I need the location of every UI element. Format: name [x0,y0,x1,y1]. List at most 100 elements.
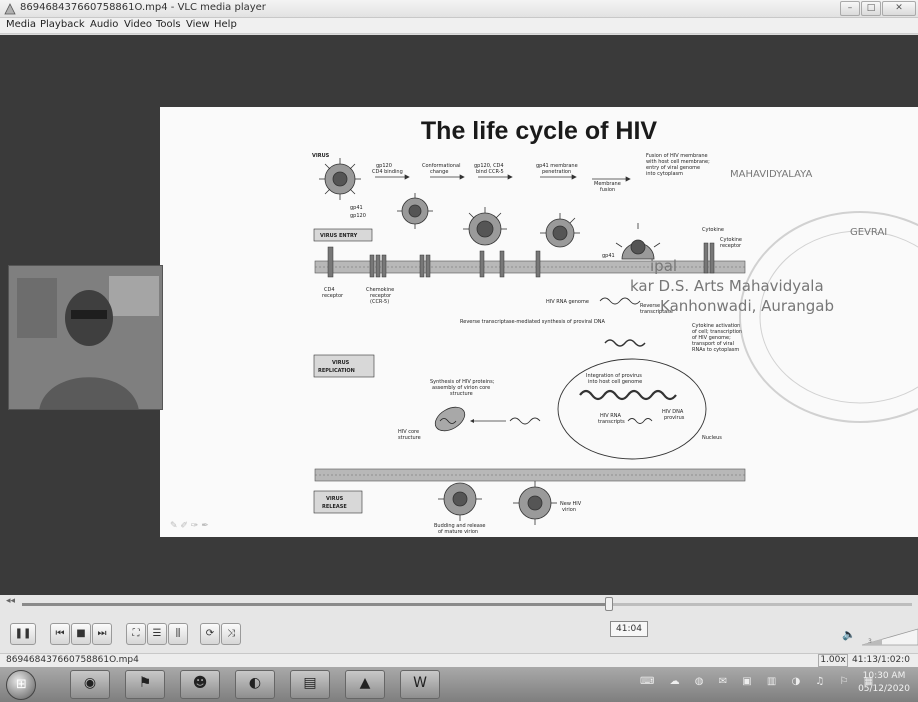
clock-time: 10:30 AM [862,671,906,681]
label-chemokine-3: (CCR-5) [370,299,389,305]
stop-icon: ■ [76,628,86,639]
seek-row: ◂◂ [0,595,918,613]
label-gp120: gp120 [350,213,366,219]
label-fusion-4: into cytoplasm [646,171,683,177]
status-bar: 869468437660758861O.mp4 1.00x 41:13/1:02… [0,653,918,667]
label-synthesis-3: structure [450,391,473,397]
previous-icon: ⏮ [55,628,65,639]
maximize-icon: □ [866,3,876,13]
label-virus-release-2: RELEASE [322,504,347,510]
menu-video[interactable]: Video [124,19,152,30]
label-rt-synthesis: Reverse transcriptase-mediated synthesis… [460,319,606,325]
volume-level: 3 [868,638,872,645]
menu-view[interactable]: View [186,19,210,30]
menu-playback[interactable]: Playback [40,19,85,30]
minimize-button[interactable]: – [840,1,860,16]
taskbar-vlc[interactable]: ▲ [345,670,385,699]
fullscreen-icon: ⛶ [132,628,140,639]
loop-button[interactable]: ⟳ [200,623,220,645]
label-gp120-binding-2: CD4 binding [372,169,403,175]
media-player-icon: ☻ [192,675,208,691]
virion-icon [319,158,361,200]
taskbar-chrome[interactable]: ◐ [235,670,275,699]
label-hiv-rna-genome: HIV RNA genome [546,299,589,305]
minimize-icon: – [847,3,853,13]
playback-controls: ❚❚ ⏮ ■ ⏭ ⛶ ☰ ⫼ ⟳ ⤨ 41:04 🔈 3 [0,613,918,653]
system-tray[interactable]: ⌨ ☁ ◍ ✉ ▣ ▥ ◑ ♫ ⚐ ▦ [640,676,873,694]
presenter-webcam [8,265,163,410]
watermark-line-3: Kanhonwadi, Aurangab [660,297,835,315]
seek-bar[interactable] [22,597,912,611]
rna-transcript-cytoplasm [509,417,541,425]
menu-tools[interactable]: Tools [156,19,181,30]
seek-handle[interactable] [605,597,614,611]
vlc-icon: ▲ [359,675,371,691]
close-icon: ✕ [895,3,903,13]
chrome-icon: ◐ [248,675,262,691]
title-bar[interactable]: 869468437660758861O.mp4 - VLC media play… [0,0,918,18]
label-budding-2: of mature virion [438,529,478,535]
playback-speed[interactable]: 1.00x [818,654,848,667]
taskbar-acrobat[interactable]: ⚑ [125,670,165,699]
next-icon: ⏭ [97,628,107,639]
presenter-silhouette [9,266,162,409]
equalizer-icon: ⫼ [175,628,181,639]
previous-button[interactable]: ⏮ [50,623,70,645]
next-button[interactable]: ⏭ [92,623,112,645]
stop-button[interactable]: ■ [71,623,91,645]
loop-icon: ⟳ [205,628,215,639]
taskbar-explorer[interactable]: ▤ [290,670,330,699]
shuffle-button[interactable]: ⤨ [221,623,241,645]
college-stamp-watermark [739,211,918,423]
menu-help[interactable]: Help [214,19,237,30]
taskbar-browser[interactable]: ◉ [70,670,110,699]
start-button[interactable]: ⊞ [6,670,36,700]
shuffle-icon: ⤨ [227,628,235,639]
acrobat-icon: ⚑ [138,675,152,691]
playlist-button[interactable]: ☰ [147,623,167,645]
maximize-button[interactable]: □ [861,1,881,16]
budding-virion-icon [438,482,482,521]
windows-logo-icon: ⊞ [16,677,27,692]
presentation-slide: The life cycle of HIV VIRUS gp120 CD4 bi… [160,107,918,537]
watermark-ring-top: MAHAVIDYALAYA [730,169,813,180]
taskbar-word[interactable]: W [400,670,440,699]
taskbar-clock[interactable]: 10:30 AM 05/12/2020 [852,670,916,696]
watermark-line-1: ipal [650,257,678,275]
extended-settings-button[interactable]: ⫼ [168,623,188,645]
current-file-name: 869468437660758861O.mp4 [6,655,139,665]
folder-icon: ▤ [303,675,317,691]
vlc-icon [4,3,16,15]
video-area[interactable]: The life cycle of HIV VIRUS gp120 CD4 bi… [0,35,918,595]
pause-button[interactable]: ❚❚ [10,623,36,645]
menu-bar: Media Playback Audio Video Tools View He… [0,18,918,34]
label-new-hiv-2: virion [562,507,576,513]
time-tooltip: 41:04 [610,621,648,637]
taskbar-media-player[interactable]: ☻ [180,670,220,699]
label-ccr5-2: bind CCR-5 [476,169,504,175]
arrow-head [470,419,474,423]
virion-icon [463,207,507,246]
close-button[interactable]: ✕ [882,1,916,16]
menu-media[interactable]: Media [6,19,36,30]
menu-audio[interactable]: Audio [90,19,118,30]
virion-icon [397,193,433,229]
fullscreen-button[interactable]: ⛶ [126,623,146,645]
label-gp41: gp41 [350,205,363,211]
label-virus-replication: VIRUS [332,360,350,366]
speaker-icon[interactable]: 🔈 [842,628,856,641]
playlist-icon: ☰ [152,628,162,639]
elapsed-total-time[interactable]: 41:13/1:02:0 [852,655,910,665]
new-virion-icon [513,481,557,525]
frame-step-icon[interactable]: ◂◂ [6,596,15,606]
label-virus-entry: VIRUS ENTRY [320,233,358,239]
slide-title: The life cycle of HIV [420,117,658,145]
core-structure-icon [434,406,466,432]
seek-bar-fill [22,603,610,606]
watermark-line-2: kar D.S. Arts Mahavidyala [630,277,824,295]
label-virus: VIRUS [312,153,330,159]
volume-slider[interactable]: 3 [862,627,918,647]
label-cd4-receptor-2: receptor [322,293,344,299]
label-hiv-core-2: structure [398,435,421,441]
virion-icon [540,213,580,248]
